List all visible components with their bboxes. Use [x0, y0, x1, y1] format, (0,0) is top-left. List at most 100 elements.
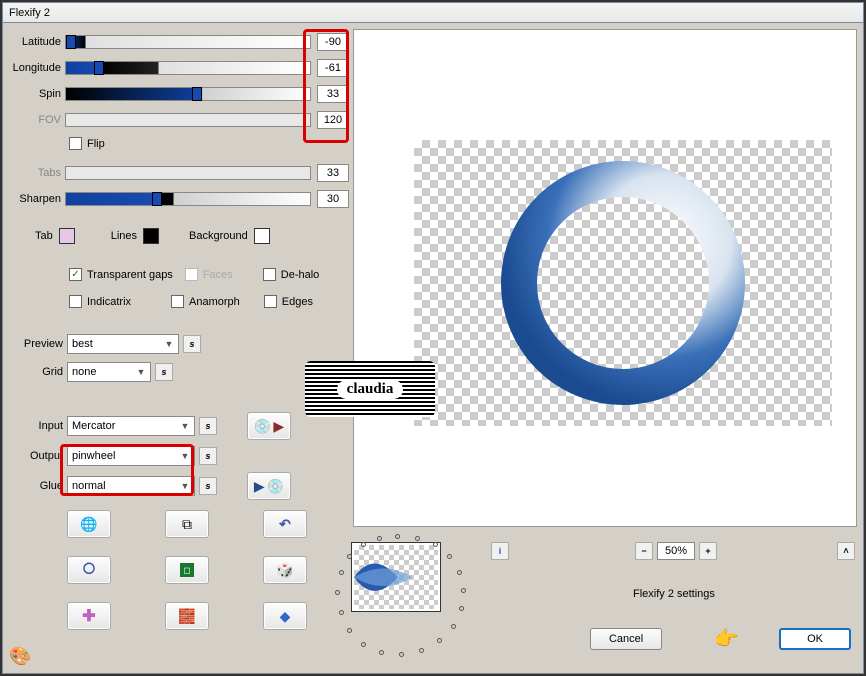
- fov-label: FOV: [7, 114, 65, 126]
- grid-combo[interactable]: none ▼: [67, 362, 151, 382]
- flip-checkbox[interactable]: [69, 137, 82, 150]
- background-color-swatch[interactable]: [254, 228, 270, 244]
- random-button[interactable]: 🎲: [263, 556, 307, 584]
- chevron-down-icon: ▼: [134, 367, 148, 377]
- output-settings-button[interactable]: s: [199, 447, 217, 465]
- tabs-value[interactable]: 33: [317, 164, 349, 182]
- ok-button[interactable]: OK: [779, 628, 851, 650]
- pointing-hand-icon: 👉: [714, 626, 739, 651]
- longitude-value[interactable]: -61: [317, 59, 349, 77]
- faces-checkbox: [185, 268, 198, 281]
- cancel-button[interactable]: Cancel: [590, 628, 662, 650]
- latitude-label: Latitude: [7, 36, 65, 48]
- zoom-value[interactable]: 50%: [657, 542, 695, 560]
- globe-button[interactable]: 🌐: [67, 510, 111, 538]
- zoom-in-button[interactable]: +: [699, 542, 717, 560]
- chevron-down-icon: ▼: [178, 481, 192, 491]
- anamorph-label: Anamorph: [189, 296, 240, 308]
- brick-icon: 🧱: [178, 608, 195, 625]
- settings-label: Flexify 2 settings: [633, 588, 715, 600]
- spin-label: Spin: [7, 88, 65, 100]
- plus-button[interactable]: ✚: [67, 602, 111, 630]
- play-disc-button[interactable]: 💿▶: [247, 412, 291, 440]
- tab-color-swatch[interactable]: [59, 228, 75, 244]
- anamorph-checkbox[interactable]: [171, 295, 184, 308]
- dehalo-label: De-halo: [281, 269, 320, 281]
- brick-button[interactable]: 🧱: [165, 602, 209, 630]
- window-title: Flexify 2: [3, 3, 863, 23]
- transparent-gaps-checkbox[interactable]: ✓: [69, 268, 82, 281]
- longitude-label: Longitude: [7, 62, 65, 74]
- faces-label: Faces: [203, 269, 233, 281]
- output-combo[interactable]: pinwheel ▼: [67, 446, 195, 466]
- tabs-label: Tabs: [7, 167, 65, 179]
- tool-icon-grid: 🌐 ⧉ ↶ ⭘ ◻ 🎲 ✚ 🧱 ◆: [67, 510, 349, 630]
- indicatrix-checkbox[interactable]: [69, 295, 82, 308]
- glue-settings-button[interactable]: s: [199, 477, 217, 495]
- input-label: Input: [7, 420, 63, 432]
- sharpen-value[interactable]: 30: [317, 190, 349, 208]
- output-label: Output: [7, 450, 63, 462]
- disc-icon: 💿: [267, 478, 284, 495]
- watermark-text: claudia: [337, 380, 404, 399]
- undo-button[interactable]: ↶: [263, 510, 307, 538]
- input-combo[interactable]: Mercator ▼: [67, 416, 195, 436]
- flip-label: Flip: [87, 138, 105, 150]
- background-swatch-label: Background: [189, 230, 248, 242]
- thumbnail-area: [337, 534, 497, 664]
- transparent-gaps-label: Transparent gaps: [87, 269, 173, 281]
- square-target-icon: ◻: [180, 563, 194, 577]
- ring-button[interactable]: ⭘: [67, 556, 111, 584]
- spin-slider[interactable]: [65, 87, 311, 101]
- disc-icon: 💿: [254, 418, 271, 435]
- dehalo-checkbox[interactable]: [263, 268, 276, 281]
- preview-settings-button[interactable]: s: [183, 335, 201, 353]
- glue-combo[interactable]: normal ▼: [67, 476, 195, 496]
- chevron-down-icon: ▼: [178, 421, 192, 431]
- sharpen-thumb[interactable]: [152, 192, 162, 206]
- transparency-background: [414, 140, 832, 426]
- dialog-window: Flexify 2 Latitude -90 Longitude -61 Spi…: [2, 2, 864, 674]
- input-settings-button[interactable]: s: [199, 417, 217, 435]
- play-icon: ▶: [273, 418, 284, 435]
- preview-combo-value: best: [72, 338, 93, 350]
- tab-swatch-label: Tab: [35, 230, 53, 242]
- ring-preview-icon: [493, 153, 753, 413]
- longitude-row: Longitude -61: [7, 59, 349, 77]
- lines-color-swatch[interactable]: [143, 228, 159, 244]
- edges-checkbox[interactable]: [264, 295, 277, 308]
- fov-row: FOV 120: [7, 111, 349, 129]
- preview-canvas[interactable]: [353, 29, 857, 527]
- zoom-out-button[interactable]: −: [635, 542, 653, 560]
- spin-thumb[interactable]: [192, 87, 202, 101]
- lines-swatch-label: Lines: [111, 230, 137, 242]
- ring-icon: ⭘: [83, 561, 96, 579]
- latitude-value[interactable]: -90: [317, 33, 349, 51]
- gem-button[interactable]: ◆: [263, 602, 307, 630]
- preview-combo[interactable]: best ▼: [67, 334, 179, 354]
- grid-label: Grid: [7, 366, 63, 378]
- chevron-up-icon: ˄: [843, 546, 848, 556]
- longitude-slider[interactable]: [65, 61, 311, 75]
- spin-value[interactable]: 33: [317, 85, 349, 103]
- source-thumbnail[interactable]: [351, 542, 441, 612]
- bottom-controls: i − 50% + ˄ Flexify 2 settings Cancel 👉 …: [353, 532, 857, 673]
- target-button[interactable]: ◻: [165, 556, 209, 584]
- grid-settings-button[interactable]: s: [155, 363, 173, 381]
- glue-combo-value: normal: [72, 480, 106, 492]
- tabs-slider[interactable]: [65, 166, 311, 180]
- fov-slider[interactable]: [65, 113, 311, 127]
- copy-button[interactable]: ⧉: [165, 510, 209, 538]
- sharpen-label: Sharpen: [7, 193, 65, 205]
- longitude-thumb[interactable]: [94, 61, 104, 75]
- sharpen-slider[interactable]: [65, 192, 311, 206]
- content-area: Latitude -90 Longitude -61 Spin 33: [3, 23, 863, 673]
- play-disc-2-button[interactable]: ▶💿: [247, 472, 291, 500]
- collapse-button[interactable]: ˄: [837, 542, 855, 560]
- fov-value[interactable]: 120: [317, 111, 349, 129]
- latitude-slider[interactable]: [65, 35, 311, 49]
- gem-icon: ◆: [280, 608, 291, 625]
- plus-icon: ✚: [82, 606, 95, 626]
- palette-icon[interactable]: 🎨: [9, 646, 31, 667]
- latitude-thumb[interactable]: [66, 35, 76, 49]
